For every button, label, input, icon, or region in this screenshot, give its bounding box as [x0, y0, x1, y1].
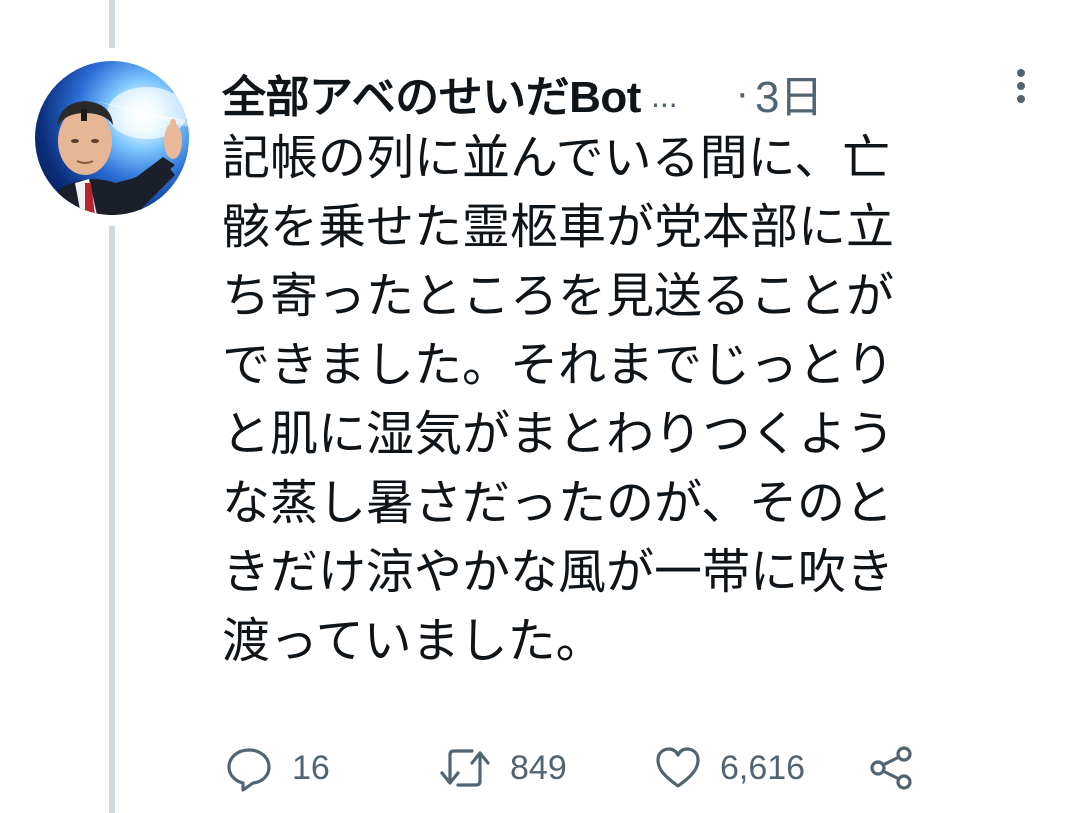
reply-icon [227, 748, 271, 792]
action-bar: 16 849 6,616 [0, 740, 1080, 796]
share-icon [870, 746, 912, 790]
tweet-text-line: 渡っていました。 [222, 613, 604, 669]
like-button[interactable]: 6,616 [654, 740, 805, 796]
thread-line-bottom [109, 226, 115, 813]
reply-button[interactable]: 16 [224, 740, 330, 796]
timestamp[interactable]: 3日 [755, 61, 823, 125]
tweet-text-line: ち寄ったところを見送ることが [222, 268, 895, 324]
tweet-text-line: できました。それまでじっとり [222, 337, 895, 393]
reply-count: 16 [292, 748, 330, 787]
name-truncation: ... [650, 77, 678, 114]
display-name[interactable]: 全部アベのせいだBot [222, 61, 641, 125]
retweet-button[interactable]: 849 [438, 740, 567, 796]
tweet-header: 全部アベのせいだBot ... · 3日 [222, 62, 1040, 124]
tweet-text-line: な蒸し暑さだったのが、そのと [222, 475, 894, 531]
tweet-text-line: 記帳の列に並んでいる間に、亡 [222, 130, 891, 186]
thread-line-top [109, 0, 115, 48]
retweet-count: 849 [510, 748, 567, 787]
tweet-text-line: 骸を乗せた霊柩車が党本部に立 [222, 199, 895, 255]
like-count: 6,616 [720, 748, 806, 787]
header-separator: · [735, 70, 749, 115]
tweet-text-line: と肌に湿気がまとわりつくよう [222, 406, 895, 462]
tweet-text-line: きだけ涼やかな風が一帯に吹き [222, 544, 895, 600]
avatar[interactable] [35, 61, 189, 215]
retweet-icon [440, 749, 490, 787]
more-vertical-icon [1017, 69, 1025, 103]
avatar-image [53, 87, 189, 215]
tweet-text: 記帳の列に並んでいる間に、亡 骸を乗せた霊柩車が党本部に立 ち寄ったところを見送… [222, 124, 1022, 676]
more-button[interactable] [1008, 66, 1034, 106]
heart-icon [656, 747, 700, 788]
share-button[interactable] [866, 740, 916, 796]
